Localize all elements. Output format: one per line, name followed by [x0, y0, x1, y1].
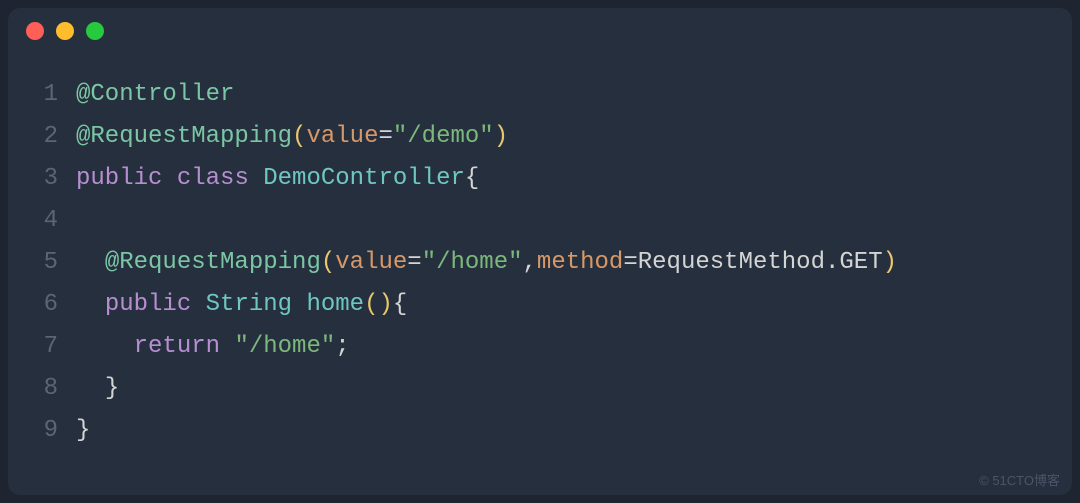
- keyword-token: public: [76, 158, 162, 200]
- brace-token: {: [465, 158, 479, 200]
- line-number: 2: [18, 116, 58, 158]
- class-token: DemoController: [263, 158, 465, 200]
- semicolon-token: ;: [335, 326, 349, 368]
- code-line: 2 @RequestMapping(value="/demo"): [18, 116, 1042, 158]
- paren-token: (: [292, 116, 306, 158]
- window-titlebar: [8, 8, 1072, 54]
- line-number: 3: [18, 158, 58, 200]
- brace-token: {: [393, 284, 407, 326]
- code-line: 3 public class DemoController{: [18, 158, 1042, 200]
- code-line: 7 return "/home";: [18, 326, 1042, 368]
- line-number: 8: [18, 368, 58, 410]
- param-token: value: [306, 116, 378, 158]
- code-line: 1 @Controller: [18, 74, 1042, 116]
- operator-token: =: [407, 242, 421, 284]
- dot-token: .: [825, 242, 839, 284]
- type-token: String: [206, 284, 292, 326]
- close-icon[interactable]: [26, 22, 44, 40]
- paren-token: (: [321, 242, 335, 284]
- keyword-token: return: [134, 326, 220, 368]
- line-number: 1: [18, 74, 58, 116]
- keyword-token: public: [105, 284, 191, 326]
- annotation-token: @RequestMapping: [105, 242, 321, 284]
- watermark-text: © 51CTO博客: [979, 470, 1060, 489]
- keyword-token: class: [177, 158, 249, 200]
- brace-token: }: [76, 410, 90, 452]
- brace-token: }: [105, 368, 119, 410]
- method-token: home: [306, 284, 364, 326]
- param-token: method: [537, 242, 623, 284]
- annotation-token: @RequestMapping: [76, 116, 292, 158]
- identifier-token: RequestMethod: [638, 242, 825, 284]
- line-number: 9: [18, 410, 58, 452]
- param-token: value: [335, 242, 407, 284]
- line-number: 5: [18, 242, 58, 284]
- operator-token: =: [623, 242, 637, 284]
- string-token: "/home": [234, 326, 335, 368]
- code-line: 5 @RequestMapping(value="/home",method=R…: [18, 242, 1042, 284]
- line-number: 7: [18, 326, 58, 368]
- annotation-token: @Controller: [76, 74, 234, 116]
- string-token: "/demo": [393, 116, 494, 158]
- paren-token: ): [883, 242, 897, 284]
- code-line: 9}: [18, 410, 1042, 452]
- code-line: 6 public String home(){: [18, 284, 1042, 326]
- paren-token: ): [378, 284, 392, 326]
- maximize-icon[interactable]: [86, 22, 104, 40]
- identifier-token: GET: [839, 242, 882, 284]
- code-line: 8 }: [18, 368, 1042, 410]
- comma-token: ,: [523, 242, 537, 284]
- paren-token: (: [364, 284, 378, 326]
- code-editor[interactable]: 1@Controller 2@RequestMapping(value="/de…: [8, 54, 1072, 472]
- line-number: 6: [18, 284, 58, 326]
- code-line: 4: [18, 200, 1042, 242]
- line-number: 4: [18, 200, 58, 242]
- string-token: "/home": [422, 242, 523, 284]
- paren-token: ): [494, 116, 508, 158]
- minimize-icon[interactable]: [56, 22, 74, 40]
- code-window: 1@Controller 2@RequestMapping(value="/de…: [8, 8, 1072, 495]
- operator-token: =: [378, 116, 392, 158]
